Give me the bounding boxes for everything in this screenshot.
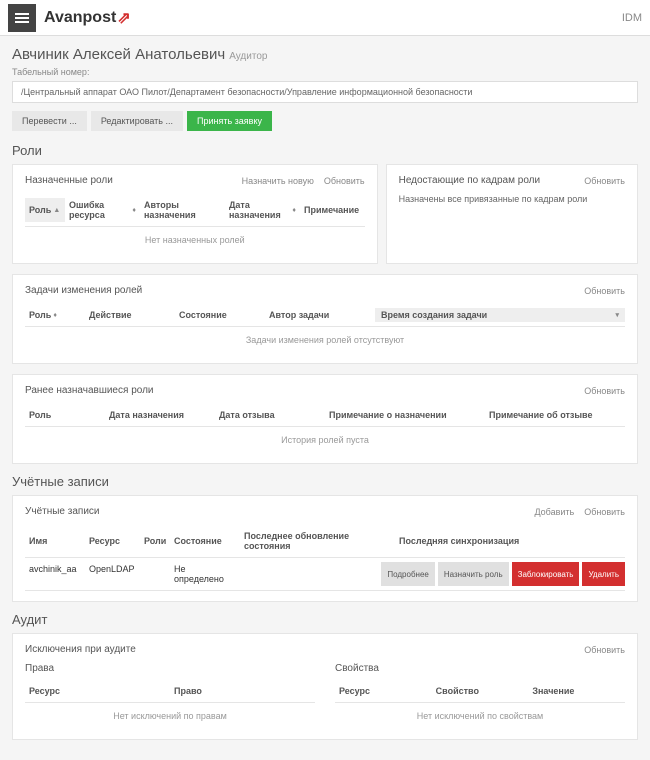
tasks-col-time[interactable]: Время создания задачи▾ [375, 308, 625, 322]
assigned-empty: Нет назначенных ролей [25, 227, 365, 253]
accept-button[interactable]: Принять заявку [187, 111, 272, 131]
tab-number-label: Табельный номер: [12, 67, 638, 77]
acc-roles [140, 562, 170, 586]
missing-refresh-link[interactable]: Обновить [584, 176, 625, 186]
accounts-section-header: Учётные записи [12, 474, 638, 489]
rights-col-right[interactable]: Право [170, 684, 315, 698]
prev-col-datea[interactable]: Дата назначения [105, 408, 215, 422]
audit-title: Исключения при аудите [25, 644, 136, 655]
tasks-col-author[interactable]: Автор задачи [265, 308, 375, 322]
assigned-roles-title: Назначенные роли [25, 175, 113, 186]
audit-section-header: Аудит [12, 612, 638, 627]
props-col-res[interactable]: Ресурс [335, 684, 432, 698]
prev-col-dater[interactable]: Дата отзыва [215, 408, 325, 422]
acc-col-name[interactable]: Имя [25, 529, 85, 553]
acc-col-sync[interactable]: Последняя синхронизация [395, 529, 523, 553]
account-row: avchinik_aa OpenLDAP Не определено Подро… [25, 558, 625, 591]
roles-section-header: Роли [12, 143, 638, 158]
breadcrumb: /Центральный аппарат ОАО Пилот/Департаме… [12, 81, 638, 103]
props-empty: Нет исключений по свойствам [335, 703, 625, 729]
delete-button[interactable]: Удалить [582, 562, 625, 586]
acc-name: avchinik_aa [25, 562, 85, 586]
idm-label: IDM [622, 12, 642, 24]
tasks-col-role[interactable]: Роль♦ [25, 308, 85, 322]
acc-col-state[interactable]: Состояние [170, 529, 240, 553]
more-button[interactable]: Подробнее [381, 562, 435, 586]
accounts-refresh-link[interactable]: Обновить [584, 507, 625, 517]
prev-roles-title: Ранее назначавшиеся роли [25, 385, 154, 396]
logo: Avanpost⇗ [44, 8, 131, 28]
accounts-title: Учётные записи [25, 506, 100, 517]
menu-button[interactable] [8, 4, 36, 32]
transfer-button[interactable]: Перевести ... [12, 111, 87, 131]
acc-col-roles[interactable]: Роли [140, 529, 170, 553]
rights-empty: Нет исключений по правам [25, 703, 315, 729]
tasks-refresh-link[interactable]: Обновить [584, 286, 625, 296]
acc-col-res[interactable]: Ресурс [85, 529, 140, 553]
tasks-col-state[interactable]: Состояние [175, 308, 265, 322]
props-col-val[interactable]: Значение [528, 684, 625, 698]
accounts-add-link[interactable]: Добавить [534, 507, 574, 517]
tasks-empty: Задачи изменения ролей отсутствуют [25, 327, 625, 353]
rights-col-res[interactable]: Ресурс [25, 684, 170, 698]
missing-roles-title: Недостающие по кадрам роли [399, 175, 541, 186]
acc-res: OpenLDAP [85, 562, 140, 586]
chevron-down-icon: ▾ [615, 311, 619, 319]
prev-col-role[interactable]: Роль [25, 408, 105, 422]
assign-role-button[interactable]: Назначить роль [438, 562, 509, 586]
prev-refresh-link[interactable]: Обновить [584, 386, 625, 396]
col-res-err[interactable]: Ошибка ресурса♦ [65, 198, 140, 222]
props-title: Свойства [335, 663, 625, 674]
tasks-title: Задачи изменения ролей [25, 285, 142, 296]
col-date[interactable]: Дата назначения♦ [225, 198, 300, 222]
tasks-col-action[interactable]: Действие [85, 308, 175, 322]
block-button[interactable]: Заблокировать [512, 562, 580, 586]
assigned-refresh-link[interactable]: Обновить [324, 176, 365, 186]
page-title: Авчиник Алексей АнатольевичАудитор [12, 46, 638, 63]
prev-empty: История ролей пуста [25, 427, 625, 453]
col-authors[interactable]: Авторы назначения [140, 198, 225, 222]
prev-col-notea[interactable]: Примечание о назначении [325, 408, 485, 422]
missing-roles-text: Назначены все привязанные по кадрам роли [399, 194, 625, 204]
assign-new-link[interactable]: Назначить новую [242, 176, 314, 186]
col-role[interactable]: Роль▲ [25, 198, 65, 222]
props-col-prop[interactable]: Свойство [432, 684, 529, 698]
prev-col-noter[interactable]: Примечание об отзыве [485, 408, 596, 422]
audit-refresh-link[interactable]: Обновить [584, 645, 625, 655]
acc-col-upd[interactable]: Последнее обновление состояния [240, 529, 395, 553]
rights-title: Права [25, 663, 315, 674]
acc-state: Не определено [170, 562, 240, 586]
edit-button[interactable]: Редактировать ... [91, 111, 183, 131]
col-note[interactable]: Примечание [300, 198, 363, 222]
